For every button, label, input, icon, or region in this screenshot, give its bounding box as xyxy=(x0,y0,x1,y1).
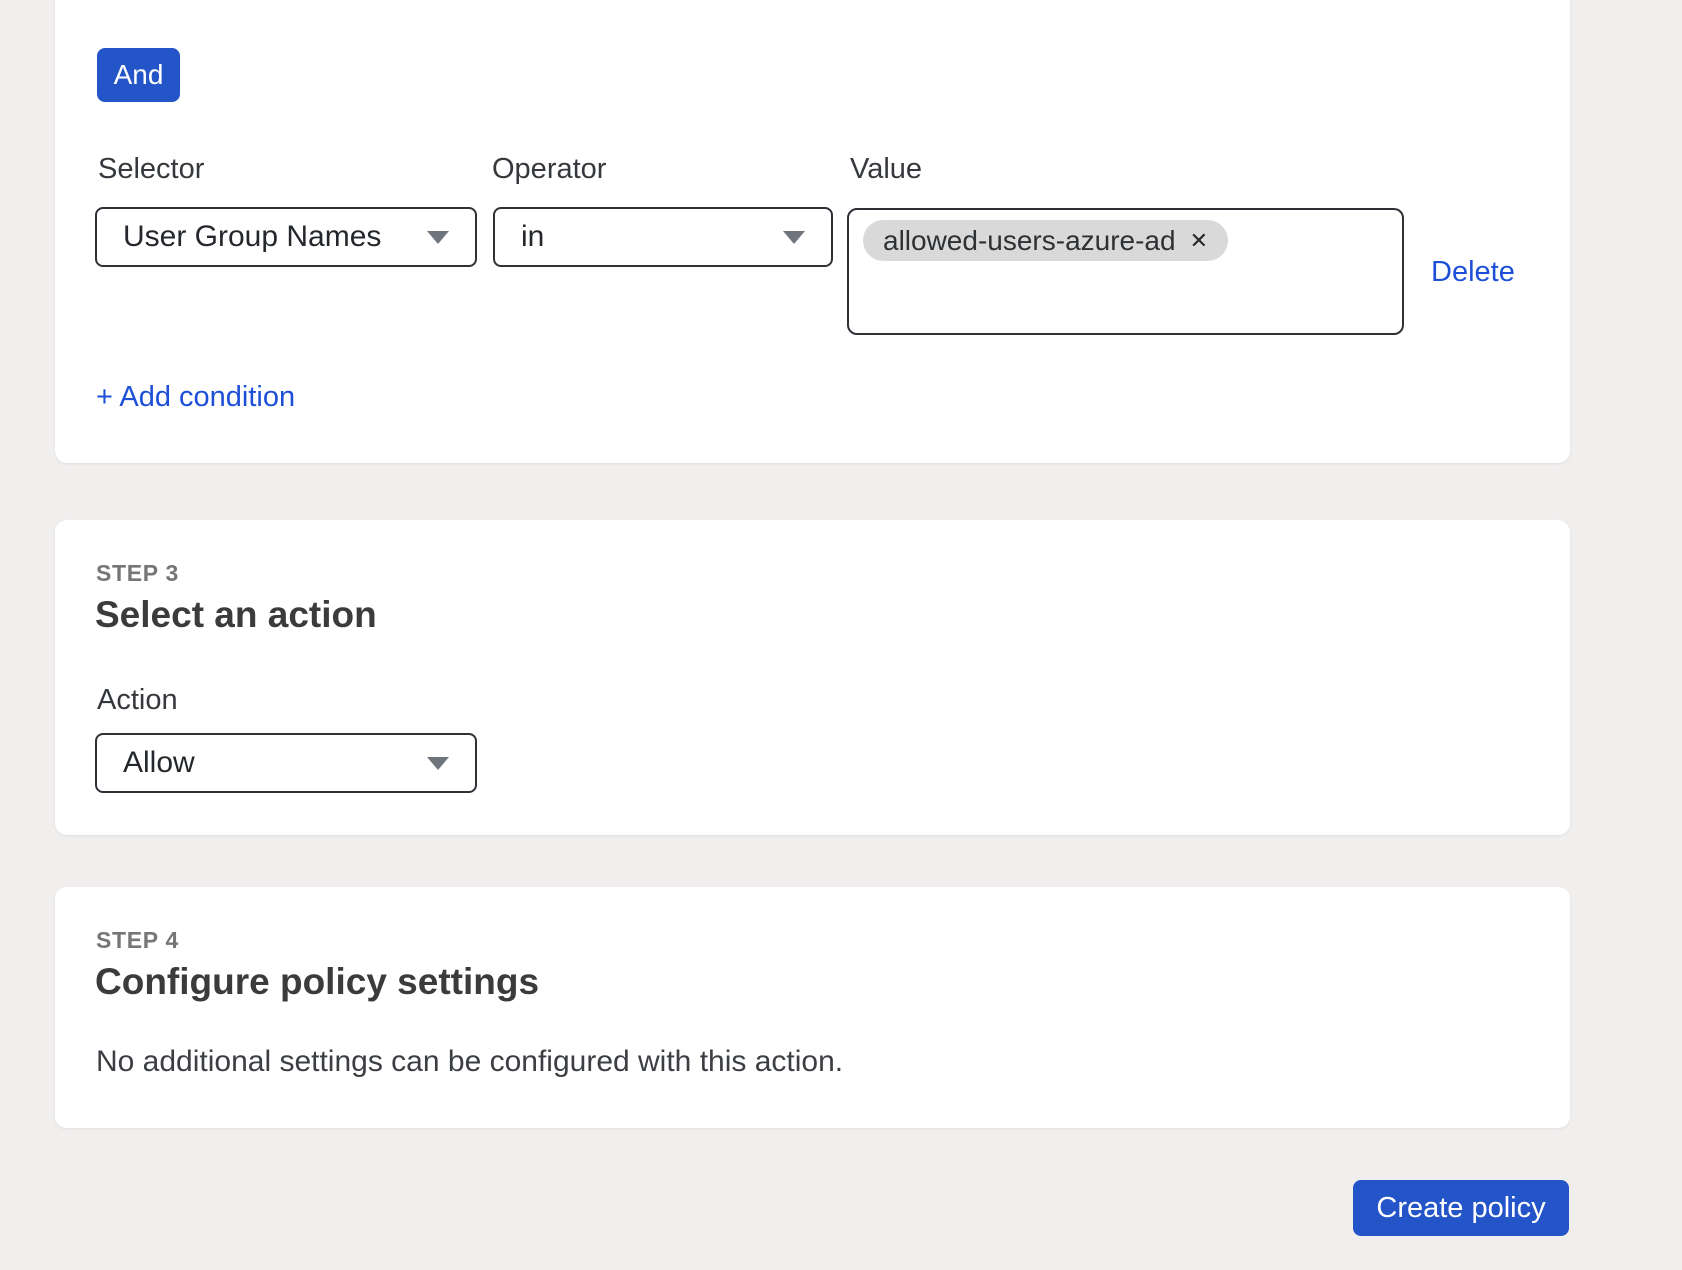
operator-label: Operator xyxy=(492,153,606,186)
action-label: Action xyxy=(97,684,178,717)
chevron-down-icon xyxy=(427,757,449,770)
value-tag-text: allowed-users-azure-ad xyxy=(883,225,1176,257)
selector-label: Selector xyxy=(98,153,204,186)
action-dropdown[interactable]: Allow xyxy=(95,733,477,793)
chevron-down-icon xyxy=(427,231,449,244)
step3-title: Select an action xyxy=(95,594,377,636)
value-label: Value xyxy=(850,153,922,186)
conditions-card: And Selector Operator Value User Group N… xyxy=(55,0,1570,463)
step4-description: No additional settings can be configured… xyxy=(96,1045,843,1079)
step3-label: STEP 3 xyxy=(96,560,179,587)
value-multiselect-input[interactable]: allowed-users-azure-ad ✕ xyxy=(847,208,1404,335)
action-dropdown-value: Allow xyxy=(123,746,411,780)
remove-tag-icon[interactable]: ✕ xyxy=(1190,230,1208,252)
selector-dropdown[interactable]: User Group Names xyxy=(95,207,477,267)
delete-condition-link[interactable]: Delete xyxy=(1431,256,1515,289)
step4-label: STEP 4 xyxy=(96,927,179,954)
and-operator-button[interactable]: And xyxy=(97,48,180,102)
selector-dropdown-value: User Group Names xyxy=(123,220,411,254)
chevron-down-icon xyxy=(783,231,805,244)
operator-dropdown[interactable]: in xyxy=(493,207,833,267)
policy-builder-page: { "colors": { "page_background": "#f0efe… xyxy=(0,0,1682,1270)
step4-title: Configure policy settings xyxy=(95,961,539,1003)
add-condition-link[interactable]: + Add condition xyxy=(96,381,295,414)
step4-card: STEP 4 Configure policy settings No addi… xyxy=(55,887,1570,1128)
operator-dropdown-value: in xyxy=(521,220,767,254)
step3-card: STEP 3 Select an action Action Allow xyxy=(55,520,1570,835)
create-policy-button[interactable]: Create policy xyxy=(1353,1180,1569,1236)
value-tag: allowed-users-azure-ad ✕ xyxy=(863,220,1228,261)
